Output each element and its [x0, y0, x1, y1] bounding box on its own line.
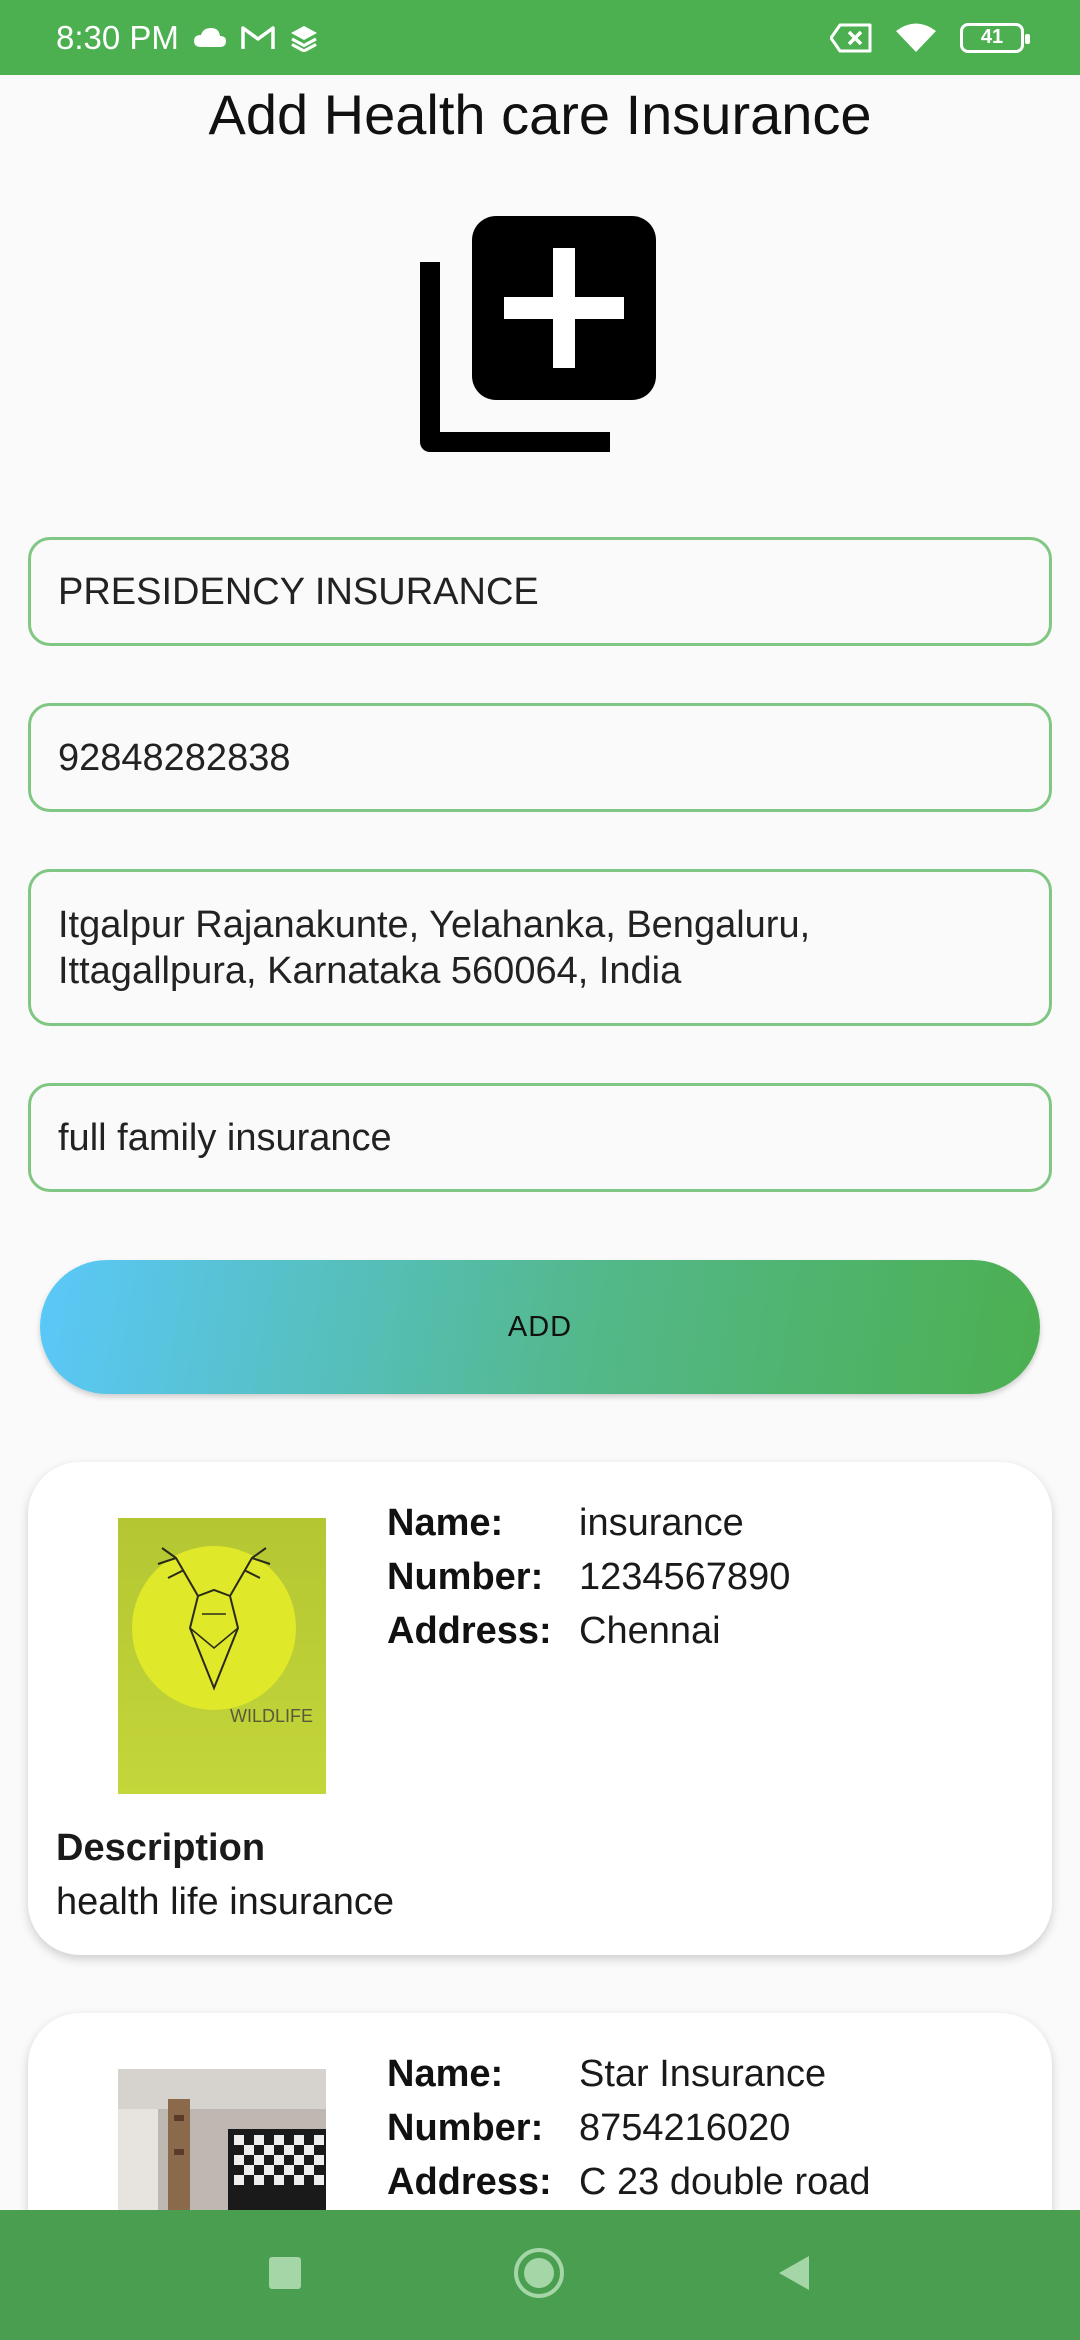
back-icon[interactable] [776, 2254, 812, 2297]
address-label: Address: [387, 1610, 552, 1652]
address-label: Address: [387, 2161, 552, 2203]
number-label: Number: [387, 2107, 544, 2149]
battery-level: 41 [980, 26, 1004, 48]
home-icon[interactable] [512, 2246, 566, 2305]
name-label: Name: [387, 2053, 504, 2095]
insurance-image: WILDLIFE [118, 1518, 326, 1794]
wifi-icon [894, 22, 938, 54]
insurance-card[interactable]: WILDLIFE Name: insurance Number: 123456789… [28, 1462, 1052, 1955]
insurance-address-value: Itgalpur Rajanakunte, Yelahanka, Bengalu… [58, 903, 811, 992]
card-name: Star Insurance [579, 2053, 827, 2095]
insurance-description-value: full family insurance [58, 1116, 392, 1159]
description-label: Description [56, 1827, 266, 1869]
card-number: 1234567890 [579, 1556, 791, 1598]
card-description: health life insurance [56, 1881, 394, 1923]
card-info: Name: insurance Number: 1234567890 Address… [387, 1496, 790, 1658]
gmail-icon [241, 25, 275, 51]
insurance-address-field[interactable]: Itgalpur Rajanakunte, Yelahanka, Bengalu… [28, 869, 1052, 1026]
card-name: insurance [579, 1502, 744, 1544]
layers-icon [289, 24, 319, 52]
battery-x-icon [830, 23, 872, 53]
name-label: Name: [387, 1502, 504, 1544]
add-button[interactable]: ADD [40, 1260, 1040, 1394]
insurance-number-value: 92848282838 [58, 736, 291, 779]
navigation-bar [0, 2210, 1080, 2340]
number-label: Number: [387, 1556, 544, 1598]
insurance-name-field[interactable]: PRESIDENCY INSURANCE [28, 537, 1052, 646]
battery-icon: 41 [960, 22, 1030, 53]
card-info: Name: Star Insurance Number: 8754216020 Ad… [387, 2047, 871, 2209]
card-address: Chennai [579, 1610, 721, 1652]
status-time: 8:30 PM [56, 18, 179, 56]
status-bar: 8:30 PM 41 [0, 0, 1080, 75]
recents-icon[interactable] [268, 2256, 302, 2295]
insurance-name-value: PRESIDENCY INSURANCE [58, 570, 539, 613]
card-address: C 23 double road [579, 2161, 871, 2203]
thumb-text: WILDLIFE [230, 1706, 313, 1726]
add-photo-icon[interactable] [420, 212, 660, 452]
insurance-description-field[interactable]: full family insurance [28, 1083, 1052, 1192]
card-number: 8754216020 [579, 2107, 791, 2149]
page-title: Add Health care Insurance [208, 83, 872, 146]
insurance-number-field[interactable]: 92848282838 [28, 703, 1052, 812]
cloud-icon [193, 27, 227, 49]
